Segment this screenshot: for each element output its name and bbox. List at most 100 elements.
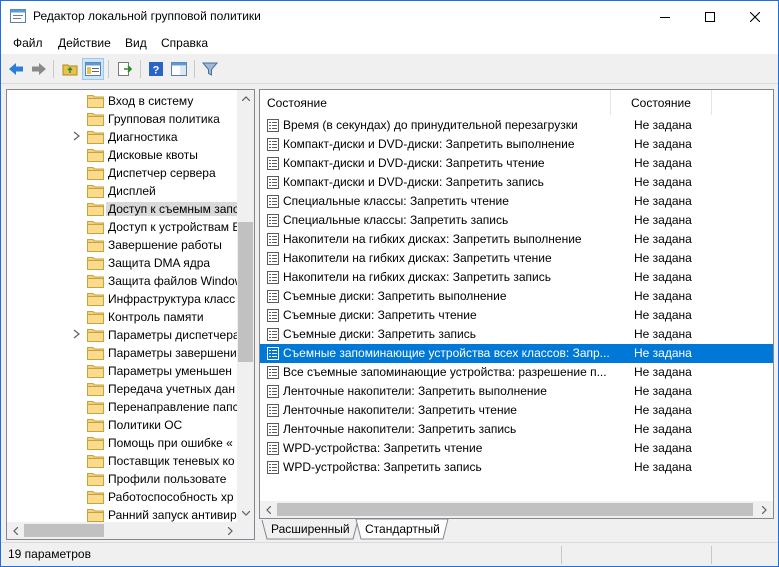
help-button[interactable]: ? bbox=[145, 58, 167, 80]
policy-row[interactable]: Все съемные запоминающие устройства: раз… bbox=[260, 363, 773, 382]
menu-action[interactable]: Действие bbox=[58, 36, 111, 50]
folder-icon bbox=[87, 293, 104, 306]
policy-row[interactable]: WPD-устройства: Запретить запись Не задан… bbox=[260, 458, 773, 477]
folder-icon bbox=[87, 329, 104, 342]
policy-state: Не задана bbox=[634, 137, 692, 151]
tree-item[interactable]: Работоспособность хр bbox=[7, 488, 247, 506]
policy-setting-icon bbox=[267, 442, 279, 455]
tree-item[interactable]: Завершение работы bbox=[7, 236, 247, 254]
chevron-right-icon bbox=[762, 505, 767, 514]
chevron-right-icon[interactable] bbox=[73, 329, 81, 339]
policy-row[interactable]: Время (в секундах) до принудительной пер… bbox=[260, 116, 773, 135]
policy-state: Не задана bbox=[634, 194, 692, 208]
back-button[interactable] bbox=[5, 58, 27, 80]
tree-item-label: Профили пользовате bbox=[108, 472, 227, 486]
tree-item[interactable]: Контроль памяти bbox=[7, 308, 247, 326]
policy-tree[interactable]: Вход в систему Групповая политика Диагност… bbox=[6, 89, 255, 540]
menu-file[interactable]: Файл bbox=[13, 36, 43, 50]
policy-row[interactable]: WPD-устройства: Запретить чтение Не задан… bbox=[260, 439, 773, 458]
show-hide-tree-button[interactable] bbox=[82, 58, 104, 80]
tree-item[interactable]: Помощь при ошибке « bbox=[7, 434, 247, 452]
tree-item[interactable]: Защита DMA ядра bbox=[7, 254, 247, 272]
help-icon: ? bbox=[149, 62, 163, 77]
view-tabs: Расширенный Стандартный bbox=[259, 519, 774, 540]
policy-row[interactable]: Специальные классы: Запретить запись Не з… bbox=[260, 211, 773, 230]
policy-row[interactable]: Ленточные накопители: Запретить чтение Не… bbox=[260, 401, 773, 420]
scroll-left-button[interactable] bbox=[7, 522, 24, 539]
menu-help[interactable]: Справка bbox=[161, 36, 208, 50]
tree-item[interactable]: Групповая политика bbox=[7, 110, 247, 128]
tree-item[interactable]: Доступ к устройствам E bbox=[7, 218, 247, 236]
title-bar[interactable]: Редактор локальной групповой политики bbox=[1, 1, 778, 32]
policy-row[interactable]: Накопители на гибких дисках: Запретить з… bbox=[260, 268, 773, 287]
tree-item[interactable]: Дисплей bbox=[7, 182, 247, 200]
close-button[interactable] bbox=[732, 1, 778, 32]
tree-item[interactable]: Передача учетных дан bbox=[7, 380, 247, 398]
scroll-thumb[interactable] bbox=[277, 503, 753, 516]
forward-button[interactable] bbox=[28, 58, 50, 80]
folder-icon bbox=[87, 455, 104, 468]
policy-row[interactable]: Компакт-диски и DVD-диски: Запретить вып… bbox=[260, 135, 773, 154]
tree-item[interactable]: Перенаправление папс bbox=[7, 398, 247, 416]
menu-view[interactable]: Вид bbox=[125, 36, 147, 50]
policy-row[interactable]: Компакт-диски и DVD-диски: Запретить чте… bbox=[260, 154, 773, 173]
column-header-state[interactable]: Состояние bbox=[611, 90, 711, 115]
folder-icon bbox=[87, 113, 104, 126]
policy-row[interactable]: Накопители на гибких дисках: Запретить ч… bbox=[260, 249, 773, 268]
scroll-down-button[interactable] bbox=[237, 505, 254, 522]
column-header-setting[interactable]: Состояние bbox=[260, 90, 610, 115]
policy-row[interactable]: Ленточные накопители: Запретить запись Не… bbox=[260, 420, 773, 439]
export-list-button[interactable] bbox=[114, 58, 136, 80]
tree-item[interactable]: Параметры уменьшен bbox=[7, 362, 247, 380]
chevron-right-icon[interactable] bbox=[73, 131, 81, 141]
chevron-left-icon bbox=[13, 526, 18, 535]
minimize-button[interactable] bbox=[642, 1, 688, 32]
tree-vertical-scrollbar[interactable] bbox=[237, 90, 254, 522]
policy-row[interactable]: Ленточные накопители: Запретить выполнен… bbox=[260, 382, 773, 401]
tree-item[interactable]: Доступ к съемным запо bbox=[7, 200, 247, 218]
column-divider[interactable] bbox=[711, 90, 712, 115]
tree-item[interactable]: Инфраструктура класс bbox=[7, 290, 247, 308]
policy-state: Не задана bbox=[634, 403, 692, 417]
up-one-level-button[interactable] bbox=[59, 58, 81, 80]
policy-row[interactable]: Съемные диски: Запретить чтение Не задана bbox=[260, 306, 773, 325]
tree-item[interactable]: Параметры завершени bbox=[7, 344, 247, 362]
list-horizontal-scrollbar[interactable] bbox=[260, 501, 773, 518]
tree-item[interactable]: Параметры диспетчера bbox=[7, 326, 247, 344]
tree-item[interactable]: Диспетчер сервера bbox=[7, 164, 247, 182]
filter-button[interactable] bbox=[199, 58, 221, 80]
policy-row[interactable]: Накопители на гибких дисках: Запретить в… bbox=[260, 230, 773, 249]
tab-extended[interactable]: Расширенный bbox=[261, 520, 357, 539]
policy-row[interactable]: Съемные запоминающие устройства всех кла… bbox=[260, 344, 773, 363]
policy-row[interactable]: Специальные классы: Запретить чтение Не з… bbox=[260, 192, 773, 211]
scroll-up-button[interactable] bbox=[237, 90, 254, 107]
scroll-right-button[interactable] bbox=[756, 501, 773, 518]
scroll-left-button[interactable] bbox=[260, 501, 277, 518]
maximize-button[interactable] bbox=[687, 1, 733, 32]
tab-standard[interactable]: Стандартный bbox=[355, 520, 447, 539]
export-list-icon bbox=[118, 62, 133, 76]
policy-row[interactable]: Съемные диски: Запретить выполнение Не за… bbox=[260, 287, 773, 306]
toolbar-separator bbox=[140, 60, 141, 78]
policy-list[interactable]: Состояние Состояние Время (в секундах) д… bbox=[259, 89, 774, 519]
tree-item[interactable]: Политики ОС bbox=[7, 416, 247, 434]
scroll-thumb[interactable] bbox=[238, 222, 253, 362]
tree-item[interactable]: Защита файлов Window bbox=[7, 272, 247, 290]
up-folder-icon bbox=[62, 64, 78, 76]
policy-row[interactable]: Съемные диски: Запретить запись Не задана bbox=[260, 325, 773, 344]
show-pane-button[interactable] bbox=[168, 58, 190, 80]
tree-item[interactable]: Вход в систему bbox=[7, 92, 247, 110]
tree-item-label: Работоспособность хр bbox=[108, 490, 234, 504]
tree-item[interactable]: Поставщик теневых ко bbox=[7, 452, 247, 470]
show-pane-icon bbox=[171, 62, 187, 76]
tree-item[interactable]: Диагностика bbox=[7, 128, 247, 146]
policy-setting-icon bbox=[267, 461, 279, 474]
policy-row[interactable]: Компакт-диски и DVD-диски: Запретить зап… bbox=[260, 173, 773, 192]
policy-setting-icon bbox=[267, 404, 279, 417]
status-count: 19 параметров bbox=[8, 547, 91, 561]
scroll-thumb[interactable] bbox=[24, 524, 104, 537]
tree-item[interactable]: Дисковые квоты bbox=[7, 146, 247, 164]
tree-horizontal-scrollbar[interactable] bbox=[7, 522, 239, 539]
tree-item[interactable]: Профили пользовате bbox=[7, 470, 247, 488]
folder-icon bbox=[87, 419, 104, 432]
